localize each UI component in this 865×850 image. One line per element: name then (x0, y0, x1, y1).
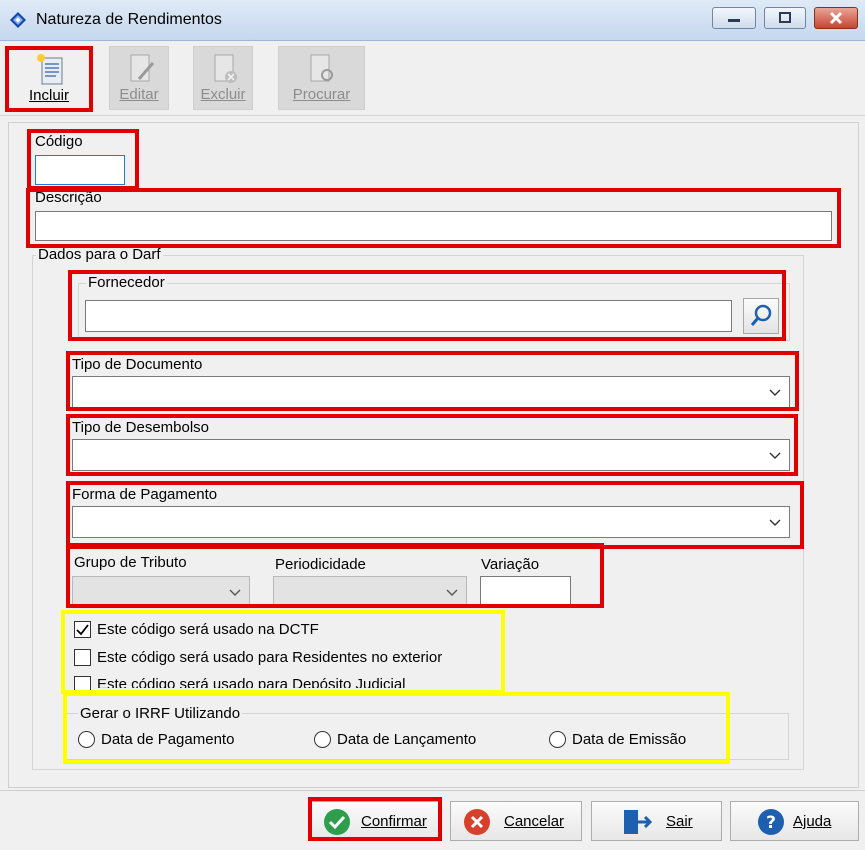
window: Natureza de Rendimentos Incluir Editar E… (0, 0, 865, 850)
exit-door-icon (624, 810, 652, 834)
chevron-down-icon (229, 589, 241, 596)
check-circle-icon (324, 809, 350, 835)
grupo-tributo-select[interactable] (72, 576, 250, 606)
codigo-label: Código (35, 133, 83, 150)
sair-label: Sair (666, 813, 693, 830)
tipo-desembolso-label: Tipo de Desembolso (72, 419, 210, 436)
periodicidade-select[interactable] (273, 576, 467, 606)
delete-document-icon (214, 54, 237, 83)
dctf-checkbox[interactable] (74, 621, 91, 638)
forma-pagamento-label: Forma de Pagamento (72, 486, 218, 503)
maximize-button[interactable] (764, 7, 806, 29)
deposito-judicial-checkbox[interactable] (74, 676, 91, 693)
help-circle-icon: ? (758, 809, 784, 835)
search-icon (750, 304, 772, 326)
maximize-icon (779, 12, 791, 23)
ajuda-button[interactable]: ? Ajuda (730, 801, 859, 841)
tipo-documento-select[interactable] (72, 376, 790, 408)
window-title: Natureza de Rendimentos (36, 11, 222, 28)
incluir-label: Incluir (28, 87, 69, 104)
data-pagamento-radio[interactable] (78, 731, 95, 748)
search-document-icon (310, 54, 333, 82)
minimize-button[interactable] (712, 7, 756, 29)
minimize-icon (728, 19, 740, 22)
chevron-down-icon (769, 452, 781, 459)
data-lancamento-radio[interactable] (314, 731, 331, 748)
excluir-button[interactable]: Excluir (193, 46, 253, 110)
bottom-button-bar: Confirmar Cancelar Sair ? Ajuda (0, 790, 865, 850)
data-emissao-label[interactable]: Data de Emissão (572, 731, 686, 748)
codigo-input[interactable] (35, 155, 125, 185)
fornecedor-input[interactable] (85, 300, 732, 332)
close-button[interactable] (814, 7, 858, 29)
darf-group-caption: Dados para o Darf (36, 246, 163, 263)
editar-button[interactable]: Editar (109, 46, 169, 110)
cancelar-label: Cancelar (504, 813, 565, 830)
chevron-down-icon (769, 389, 781, 396)
variacao-label: Variação (481, 556, 540, 573)
incluir-button[interactable]: Incluir (8, 46, 90, 110)
ajuda-label: Ajuda (793, 813, 832, 830)
confirmar-label: Confirmar (361, 813, 427, 830)
residentes-exterior-checkbox-label[interactable]: Este código será usado para Residentes n… (97, 649, 442, 666)
variacao-input[interactable] (480, 576, 571, 606)
periodicidade-label: Periodicidade (275, 556, 366, 573)
edit-document-icon (130, 54, 155, 82)
cancel-circle-icon (464, 809, 490, 835)
toolbar: Incluir Editar Excluir Procurar (0, 41, 865, 116)
cancelar-button[interactable]: Cancelar (450, 801, 582, 841)
chevron-down-icon (446, 589, 458, 596)
irrf-group-caption: Gerar o IRRF Utilizando (78, 705, 243, 722)
chevron-down-icon (769, 519, 781, 526)
data-pagamento-label[interactable]: Data de Pagamento (101, 731, 234, 748)
close-icon (829, 11, 843, 25)
svg-text:?: ? (766, 813, 776, 833)
fornecedor-search-button[interactable] (743, 298, 779, 334)
forma-pagamento-select[interactable] (72, 506, 790, 538)
residentes-exterior-checkbox[interactable] (74, 649, 91, 666)
fornecedor-label: Fornecedor (86, 274, 167, 291)
excluir-label: Excluir (200, 86, 246, 103)
descricao-label: Descrição (35, 189, 102, 206)
deposito-judicial-checkbox-label[interactable]: Este código será usado para Depósito Jud… (97, 676, 406, 688)
grupo-tributo-label: Grupo de Tributo (74, 554, 187, 571)
data-emissao-radio[interactable] (549, 731, 566, 748)
title-bar[interactable]: Natureza de Rendimentos (0, 0, 865, 41)
descricao-input[interactable] (35, 211, 832, 241)
procurar-button[interactable]: Procurar (278, 46, 365, 110)
procurar-label: Procurar (292, 86, 351, 103)
editar-label: Editar (119, 86, 159, 103)
app-diamond-icon (10, 12, 26, 28)
tipo-desembolso-select[interactable] (72, 439, 790, 471)
data-lancamento-label[interactable]: Data de Lançamento (337, 731, 476, 748)
checkmark-icon (76, 624, 89, 636)
sair-button[interactable]: Sair (591, 801, 722, 841)
dctf-checkbox-label[interactable]: Este código será usado na DCTF (97, 621, 319, 638)
confirmar-button[interactable]: Confirmar (310, 801, 440, 841)
tipo-documento-label: Tipo de Documento (72, 356, 203, 373)
new-document-icon (37, 54, 63, 85)
